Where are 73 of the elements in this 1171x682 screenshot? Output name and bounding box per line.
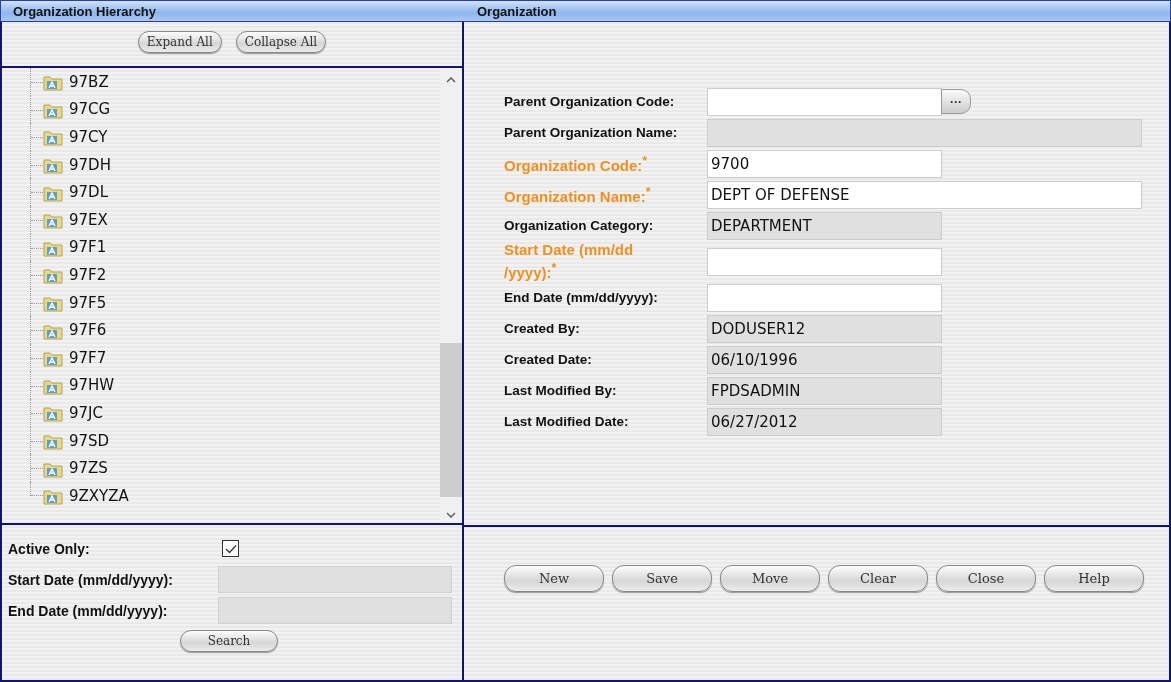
readonly-field[interactable]: FPDSADMIN (707, 376, 942, 405)
folder-icon (43, 74, 63, 92)
text-field[interactable] (707, 283, 942, 312)
action-button[interactable]: Save (612, 565, 712, 592)
tree-item[interactable]: 97F2 (69, 265, 107, 284)
action-button[interactable]: Clear (828, 565, 928, 592)
tree-button[interactable]: Collapse All (235, 31, 327, 53)
lookup-button[interactable]: ··· (941, 89, 971, 114)
readonly-field[interactable]: 06/27/2012 (707, 407, 942, 436)
search-button[interactable]: Search (180, 630, 278, 652)
field-label: Organization Code:$^{*}$ (504, 153, 649, 175)
folder-icon (43, 212, 63, 230)
field-label: Parent Organization Name: (504, 123, 679, 142)
folder-icon (43, 267, 63, 285)
tree-item[interactable]: 97BZ (69, 72, 109, 91)
field-label: Created By: (504, 319, 581, 338)
field-label: Created Date: (504, 350, 593, 369)
folder-icon (43, 295, 63, 313)
field-label: Active Only: (8, 540, 91, 557)
readonly-field[interactable]: DEPARTMENT (707, 211, 942, 240)
tree-item[interactable]: 97F6 (69, 321, 107, 340)
tree-item[interactable]: 97F7 (69, 348, 107, 367)
folder-icon (43, 377, 63, 395)
tree-item[interactable]: 97CG (69, 100, 111, 119)
scroll-down-icon[interactable] (446, 511, 456, 519)
field-label: End Date (mm/dd/yyyy): (8, 602, 169, 619)
tree-item[interactable]: 97JC (69, 403, 103, 422)
folder-icon (43, 184, 63, 202)
tree-item[interactable]: 97EX (69, 210, 108, 229)
action-button[interactable]: Help (1044, 565, 1144, 592)
field-label: Start Date (mm/dd /yyyy):$^{*}$ (504, 241, 635, 282)
scrollbar[interactable] (440, 68, 462, 523)
folder-icon (43, 322, 63, 340)
folder-icon (43, 239, 63, 257)
tree-item[interactable]: 97DL (69, 183, 108, 202)
folder-icon (43, 157, 63, 175)
tree-item[interactable]: 97F5 (69, 293, 107, 312)
action-button[interactable]: New (504, 565, 604, 592)
text-field[interactable] (707, 87, 942, 116)
tree-item[interactable]: 97SD (69, 431, 110, 450)
panel-title: Organization (476, 3, 557, 21)
text-field[interactable]: 9700 (707, 149, 942, 178)
field-label: End Date (mm/dd/yyyy): (504, 288, 659, 307)
tree-item[interactable]: 97ZS (69, 459, 108, 478)
panel-title: Organization Hierarchy (12, 3, 158, 21)
readonly-field[interactable] (707, 118, 1142, 147)
folder-icon (43, 488, 63, 506)
field-label: Organization Category: (504, 216, 655, 235)
tree-item[interactable]: 9ZXYZA (69, 486, 129, 505)
tree-item[interactable]: 97CY (69, 128, 108, 146)
readonly-field[interactable]: 06/10/1996 (707, 345, 942, 374)
tree-item[interactable]: 97DH (69, 155, 111, 174)
folder-icon (43, 101, 63, 119)
folder-icon (43, 129, 63, 147)
readonly-field[interactable]: DODUSER12 (707, 314, 942, 343)
scroll-up-icon[interactable] (446, 76, 456, 84)
folder-icon (43, 460, 63, 478)
tree-item[interactable]: 97F1 (69, 238, 107, 257)
field-label: Last Modified By: (504, 381, 618, 400)
field-label: Organization Name:$^{*}$ (504, 184, 652, 206)
folder-icon (43, 350, 63, 368)
text-field[interactable] (707, 247, 942, 276)
action-button[interactable]: Move (720, 565, 820, 592)
text-field[interactable]: DEPT OF DEFENSE (707, 180, 1142, 209)
field-label: Parent Organization Code: (504, 92, 676, 111)
tree-item[interactable]: 97HW (69, 376, 115, 395)
tree-button[interactable]: Expand All (137, 31, 222, 53)
field-label: Last Modified Date: (504, 412, 630, 431)
field-label: Start Date (mm/dd/yyyy): (8, 571, 174, 588)
action-button[interactable]: Close (936, 565, 1036, 592)
folder-icon (43, 433, 63, 450)
folder-icon (43, 405, 63, 423)
active-only-checkbox[interactable] (222, 540, 239, 557)
